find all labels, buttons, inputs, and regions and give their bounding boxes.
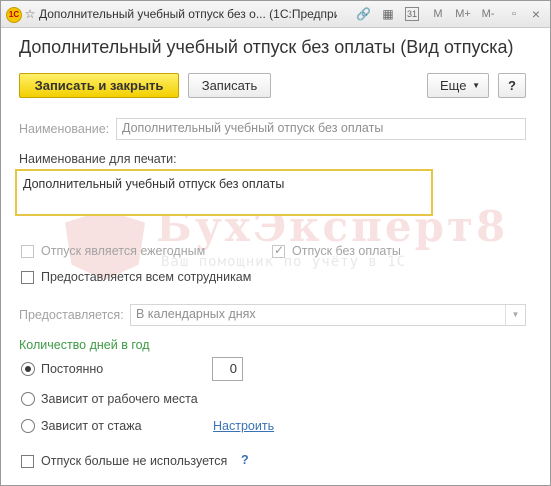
annual-vacation-label: Отпуск является ежегодным: [41, 244, 206, 258]
name-label: Наименование:: [19, 122, 110, 136]
calendar-icon[interactable]: 31: [405, 7, 419, 21]
spreadsheet-icon[interactable]: ▦: [381, 7, 395, 21]
all-employees-checkbox[interactable]: [21, 271, 34, 284]
annual-vacation-checkbox[interactable]: [21, 245, 34, 258]
star-icon[interactable]: ☆: [23, 7, 37, 21]
print-name-label: Наименование для печати:: [19, 152, 177, 166]
provided-label: Предоставляется:: [19, 308, 124, 322]
seniority-radio[interactable]: [21, 419, 35, 433]
not-used-help-icon[interactable]: ?: [241, 453, 249, 467]
not-used-label: Отпуск больше не используется: [41, 454, 228, 468]
days-section-title: Количество дней в год: [19, 338, 150, 352]
all-employees-label: Предоставляется всем сотрудникам: [41, 270, 252, 284]
radio-selected-dot: [25, 366, 31, 372]
seniority-label: Зависит от стажа: [41, 419, 142, 433]
more-button[interactable]: Еще ▼: [427, 73, 489, 98]
chevron-down-icon: ▼: [472, 81, 480, 90]
help-button[interactable]: ?: [498, 73, 526, 98]
constant-radio[interactable]: [21, 362, 35, 376]
save-button[interactable]: Записать: [188, 73, 271, 98]
constant-label: Постоянно: [41, 362, 104, 376]
memory-minus-button[interactable]: M-: [479, 6, 497, 22]
workplace-radio[interactable]: [21, 392, 35, 406]
memory-plus-button[interactable]: M+: [453, 6, 473, 22]
workplace-label: Зависит от рабочего места: [41, 392, 198, 406]
name-field[interactable]: Дополнительный учебный отпуск без оплаты: [116, 118, 526, 140]
unpaid-vacation-checkbox[interactable]: ✓: [272, 243, 285, 258]
dropdown-arrow-icon[interactable]: ▼: [505, 305, 525, 325]
title-bar: 1С ☆ Дополнительный учебный отпуск без о…: [1, 1, 550, 28]
link-icon[interactable]: 🔗: [356, 7, 371, 21]
restore-icon[interactable]: ▫: [507, 6, 521, 22]
provided-select-value: В календарных днях: [136, 307, 256, 321]
print-name-field[interactable]: Дополнительный учебный отпуск без оплаты: [15, 169, 433, 216]
vacation-type-window: 1С ☆ Дополнительный учебный отпуск без о…: [0, 0, 551, 486]
checkmark-icon: ✓: [274, 243, 285, 257]
more-button-label: Еще: [440, 78, 467, 93]
not-used-checkbox[interactable]: [21, 455, 34, 468]
days-input[interactable]: 0: [212, 357, 243, 381]
configure-link[interactable]: Настроить: [213, 419, 274, 433]
window-title: Дополнительный учебный отпуск без о... (…: [39, 7, 337, 21]
save-and-close-button[interactable]: Записать и закрыть: [19, 73, 179, 98]
close-icon[interactable]: ×: [529, 6, 543, 22]
memory-button[interactable]: M: [431, 6, 445, 22]
unpaid-vacation-label: Отпуск без оплаты: [292, 244, 401, 258]
page-title: Дополнительный учебный отпуск без оплаты…: [19, 37, 514, 57]
app-logo-icon: 1С: [6, 7, 22, 23]
provided-select[interactable]: В календарных днях ▼: [130, 304, 526, 326]
